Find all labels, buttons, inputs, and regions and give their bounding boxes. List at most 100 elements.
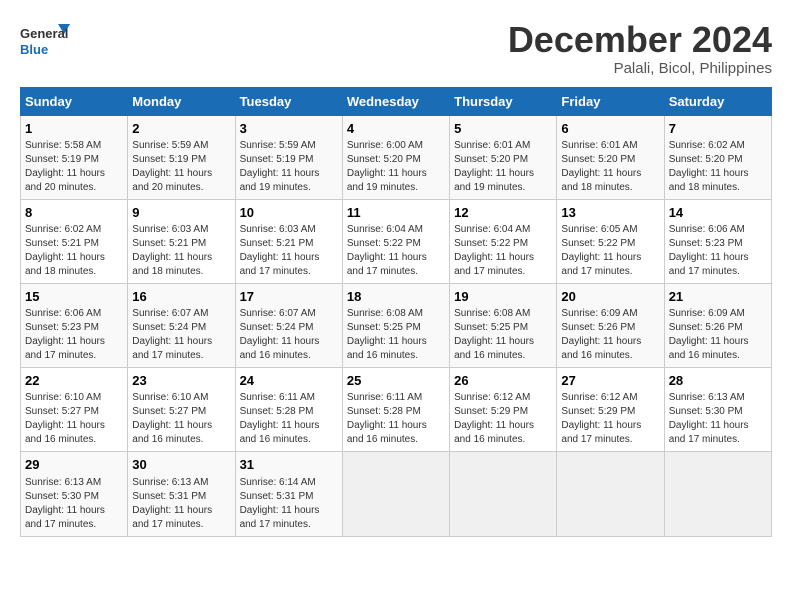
calendar-cell: 22Sunrise: 6:10 AM Sunset: 5:27 PM Dayli…	[21, 368, 128, 452]
day-info: Sunrise: 6:07 AM Sunset: 5:24 PM Dayligh…	[132, 307, 230, 363]
day-number: 30	[132, 456, 230, 474]
calendar-cell: 20Sunrise: 6:09 AM Sunset: 5:26 PM Dayli…	[557, 283, 664, 367]
logo-icon: GeneralBlue	[20, 20, 80, 60]
day-info: Sunrise: 6:11 AM Sunset: 5:28 PM Dayligh…	[240, 391, 338, 447]
day-number: 19	[454, 288, 552, 306]
day-number: 20	[561, 288, 659, 306]
day-number: 7	[669, 120, 767, 138]
day-number: 17	[240, 288, 338, 306]
column-header-friday: Friday	[557, 87, 664, 115]
day-number: 28	[669, 372, 767, 390]
day-info: Sunrise: 6:01 AM Sunset: 5:20 PM Dayligh…	[561, 139, 659, 195]
svg-text:General: General	[20, 26, 68, 41]
day-number: 1	[25, 120, 123, 138]
day-info: Sunrise: 6:02 AM Sunset: 5:20 PM Dayligh…	[669, 139, 767, 195]
day-info: Sunrise: 6:04 AM Sunset: 5:22 PM Dayligh…	[454, 223, 552, 279]
day-info: Sunrise: 6:13 AM Sunset: 5:31 PM Dayligh…	[132, 476, 230, 532]
calendar-week-row: 8Sunrise: 6:02 AM Sunset: 5:21 PM Daylig…	[21, 199, 772, 283]
day-number: 15	[25, 288, 123, 306]
calendar-cell	[557, 452, 664, 536]
column-header-sunday: Sunday	[21, 87, 128, 115]
day-number: 13	[561, 204, 659, 222]
day-info: Sunrise: 6:08 AM Sunset: 5:25 PM Dayligh…	[347, 307, 445, 363]
calendar-cell: 27Sunrise: 6:12 AM Sunset: 5:29 PM Dayli…	[557, 368, 664, 452]
calendar-cell: 17Sunrise: 6:07 AM Sunset: 5:24 PM Dayli…	[235, 283, 342, 367]
calendar-week-row: 29 Sunrise: 6:13 AM Sunset: 5:30 PM Dayli…	[21, 452, 772, 536]
day-number: 2	[132, 120, 230, 138]
calendar-cell: 5Sunrise: 6:01 AM Sunset: 5:20 PM Daylig…	[450, 115, 557, 199]
day-number: 23	[132, 372, 230, 390]
column-header-thursday: Thursday	[450, 87, 557, 115]
day-info: Sunrise: 6:05 AM Sunset: 5:22 PM Dayligh…	[561, 223, 659, 279]
calendar-cell: 28Sunrise: 6:13 AM Sunset: 5:30 PM Dayli…	[664, 368, 771, 452]
calendar-cell: 19Sunrise: 6:08 AM Sunset: 5:25 PM Dayli…	[450, 283, 557, 367]
calendar-cell: 7Sunrise: 6:02 AM Sunset: 5:20 PM Daylig…	[664, 115, 771, 199]
day-info: Sunrise: 6:14 AM Sunset: 5:31 PM Dayligh…	[240, 476, 338, 532]
calendar-cell: 24Sunrise: 6:11 AM Sunset: 5:28 PM Dayli…	[235, 368, 342, 452]
day-info: Sunrise: 6:01 AM Sunset: 5:20 PM Dayligh…	[454, 139, 552, 195]
calendar-cell	[450, 452, 557, 536]
day-info: Sunrise: 6:06 AM Sunset: 5:23 PM Dayligh…	[669, 223, 767, 279]
day-number: 16	[132, 288, 230, 306]
title-area: December 2024 Palali, Bicol, Philippines	[508, 20, 772, 77]
calendar-cell	[342, 452, 449, 536]
day-info: Sunrise: 5:59 AM Sunset: 5:19 PM Dayligh…	[240, 139, 338, 195]
calendar-week-row: 15Sunrise: 6:06 AM Sunset: 5:23 PM Dayli…	[21, 283, 772, 367]
header: GeneralBlue December 2024 Palali, Bicol,…	[20, 20, 772, 77]
column-header-wednesday: Wednesday	[342, 87, 449, 115]
calendar-cell: 14Sunrise: 6:06 AM Sunset: 5:23 PM Dayli…	[664, 199, 771, 283]
month-title: December 2024	[508, 20, 772, 60]
calendar-cell: 8Sunrise: 6:02 AM Sunset: 5:21 PM Daylig…	[21, 199, 128, 283]
calendar-cell: 6Sunrise: 6:01 AM Sunset: 5:20 PM Daylig…	[557, 115, 664, 199]
day-number: 31	[240, 456, 338, 474]
day-number: 25	[347, 372, 445, 390]
day-info: Sunrise: 6:09 AM Sunset: 5:26 PM Dayligh…	[669, 307, 767, 363]
day-number: 8	[25, 204, 123, 222]
day-info: Sunrise: 6:10 AM Sunset: 5:27 PM Dayligh…	[25, 391, 123, 447]
column-header-tuesday: Tuesday	[235, 87, 342, 115]
day-info: Sunrise: 6:11 AM Sunset: 5:28 PM Dayligh…	[347, 391, 445, 447]
day-number: 18	[347, 288, 445, 306]
day-info: Sunrise: 6:12 AM Sunset: 5:29 PM Dayligh…	[454, 391, 552, 447]
day-number: 24	[240, 372, 338, 390]
day-info: Sunrise: 6:09 AM Sunset: 5:26 PM Dayligh…	[561, 307, 659, 363]
calendar-cell: 23Sunrise: 6:10 AM Sunset: 5:27 PM Dayli…	[128, 368, 235, 452]
calendar-week-row: 22Sunrise: 6:10 AM Sunset: 5:27 PM Dayli…	[21, 368, 772, 452]
day-number: 22	[25, 372, 123, 390]
day-info: Sunrise: 6:02 AM Sunset: 5:21 PM Dayligh…	[25, 223, 123, 279]
day-info: Sunrise: 6:03 AM Sunset: 5:21 PM Dayligh…	[240, 223, 338, 279]
day-info: Sunrise: 5:59 AM Sunset: 5:19 PM Dayligh…	[132, 139, 230, 195]
calendar-cell: 9Sunrise: 6:03 AM Sunset: 5:21 PM Daylig…	[128, 199, 235, 283]
calendar-cell: 25Sunrise: 6:11 AM Sunset: 5:28 PM Dayli…	[342, 368, 449, 452]
day-number: 4	[347, 120, 445, 138]
calendar-cell: 1Sunrise: 5:58 AM Sunset: 5:19 PM Daylig…	[21, 115, 128, 199]
calendar-cell: 29 Sunrise: 6:13 AM Sunset: 5:30 PM Dayli…	[21, 452, 128, 536]
day-info: Sunrise: 6:00 AM Sunset: 5:20 PM Dayligh…	[347, 139, 445, 195]
svg-text:Blue: Blue	[20, 42, 48, 57]
day-info: Sunrise: 6:08 AM Sunset: 5:25 PM Dayligh…	[454, 307, 552, 363]
day-number: 12	[454, 204, 552, 222]
day-number: 29	[25, 456, 123, 474]
day-number: 9	[132, 204, 230, 222]
calendar-cell: 31 Sunrise: 6:14 AM Sunset: 5:31 PM Dayli…	[235, 452, 342, 536]
day-info: Sunrise: 6:04 AM Sunset: 5:22 PM Dayligh…	[347, 223, 445, 279]
day-number: 6	[561, 120, 659, 138]
calendar-cell: 15Sunrise: 6:06 AM Sunset: 5:23 PM Dayli…	[21, 283, 128, 367]
calendar-header-row: SundayMondayTuesdayWednesdayThursdayFrid…	[21, 87, 772, 115]
column-header-monday: Monday	[128, 87, 235, 115]
day-info: Sunrise: 5:58 AM Sunset: 5:19 PM Dayligh…	[25, 139, 123, 195]
calendar-week-row: 1Sunrise: 5:58 AM Sunset: 5:19 PM Daylig…	[21, 115, 772, 199]
day-number: 27	[561, 372, 659, 390]
calendar-cell: 18Sunrise: 6:08 AM Sunset: 5:25 PM Dayli…	[342, 283, 449, 367]
calendar-cell: 16Sunrise: 6:07 AM Sunset: 5:24 PM Dayli…	[128, 283, 235, 367]
day-number: 10	[240, 204, 338, 222]
location-subtitle: Palali, Bicol, Philippines	[508, 60, 772, 77]
logo: GeneralBlue	[20, 20, 80, 60]
calendar-cell: 26Sunrise: 6:12 AM Sunset: 5:29 PM Dayli…	[450, 368, 557, 452]
day-info: Sunrise: 6:06 AM Sunset: 5:23 PM Dayligh…	[25, 307, 123, 363]
calendar-cell: 21Sunrise: 6:09 AM Sunset: 5:26 PM Dayli…	[664, 283, 771, 367]
day-info: Sunrise: 6:13 AM Sunset: 5:30 PM Dayligh…	[25, 476, 123, 532]
day-number: 21	[669, 288, 767, 306]
day-info: Sunrise: 6:12 AM Sunset: 5:29 PM Dayligh…	[561, 391, 659, 447]
calendar-cell: 13Sunrise: 6:05 AM Sunset: 5:22 PM Dayli…	[557, 199, 664, 283]
